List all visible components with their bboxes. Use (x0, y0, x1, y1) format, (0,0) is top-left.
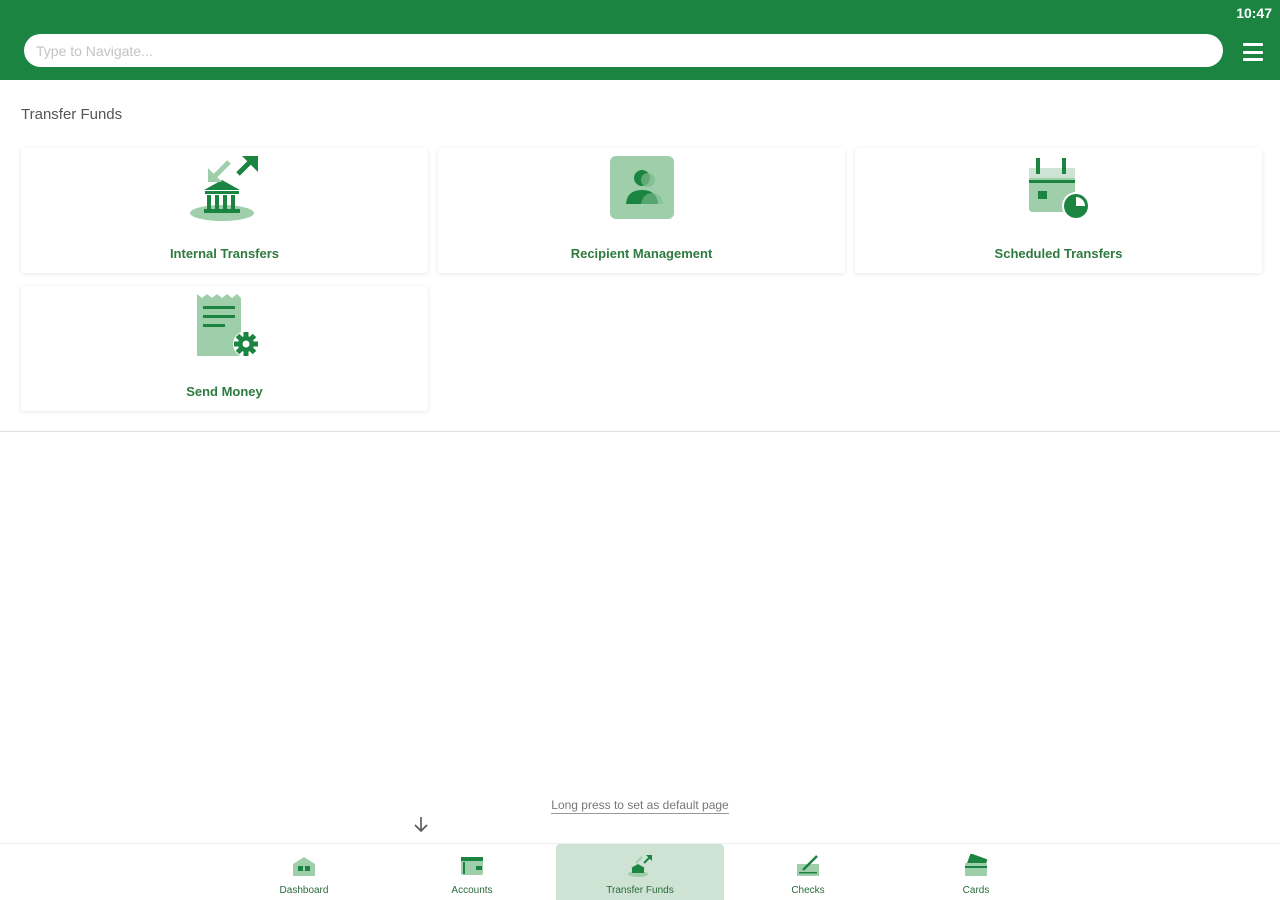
tile-recipient-management[interactable]: Recipient Management (438, 148, 845, 273)
hamburger-icon (1243, 43, 1263, 46)
calendar-clock-icon (1028, 158, 1090, 220)
tile-label: Scheduled Transfers (994, 246, 1123, 261)
hamburger-menu-button[interactable] (1241, 41, 1265, 63)
section-divider (0, 431, 1280, 432)
card-icon (965, 854, 988, 876)
default-page-hint[interactable]: Long press to set as default page (0, 798, 1280, 814)
bottom-navigation: Dashboard Accounts Transfer Funds Checks… (0, 843, 1280, 900)
tile-label: Internal Transfers (169, 246, 280, 261)
wallet-icon (461, 857, 483, 875)
tile-scheduled-transfers[interactable]: Scheduled Transfers (855, 148, 1262, 273)
nav-label: Dashboard (279, 885, 329, 896)
section-title: Transfer Funds (21, 106, 123, 123)
nav-item-dashboard[interactable]: Dashboard (220, 844, 388, 900)
tile-internal-transfers[interactable]: Internal Transfers (21, 148, 428, 273)
nav-item-cards[interactable]: Cards (892, 844, 1060, 900)
tile-label: Recipient Management (570, 246, 713, 261)
tile-label: Send Money (186, 384, 263, 399)
check-pen-icon (797, 855, 819, 876)
person-icon (609, 156, 674, 219)
nav-label: Cards (962, 885, 990, 896)
tile-send-money[interactable]: Send Money (21, 286, 428, 411)
app-header: 10:47 (0, 0, 1280, 80)
nav-item-checks[interactable]: Checks (724, 844, 892, 900)
nav-item-accounts[interactable]: Accounts (388, 844, 556, 900)
dashboard-icon (293, 857, 315, 876)
document-gear-icon (196, 294, 259, 357)
app: 10:47 Transfer Funds Internal Transfers (0, 0, 1280, 900)
search-input[interactable] (24, 34, 1223, 67)
nav-label: Checks (791, 885, 825, 896)
arrow-down-icon (414, 817, 428, 833)
bank-transfer-icon (189, 156, 258, 221)
nav-item-transfer-funds[interactable]: Transfer Funds (556, 844, 724, 900)
nav-label: Transfer Funds (606, 885, 674, 896)
nav-label: Accounts (451, 885, 493, 896)
transfer-icon (628, 855, 652, 877)
status-time: 10:47 (1236, 5, 1272, 21)
